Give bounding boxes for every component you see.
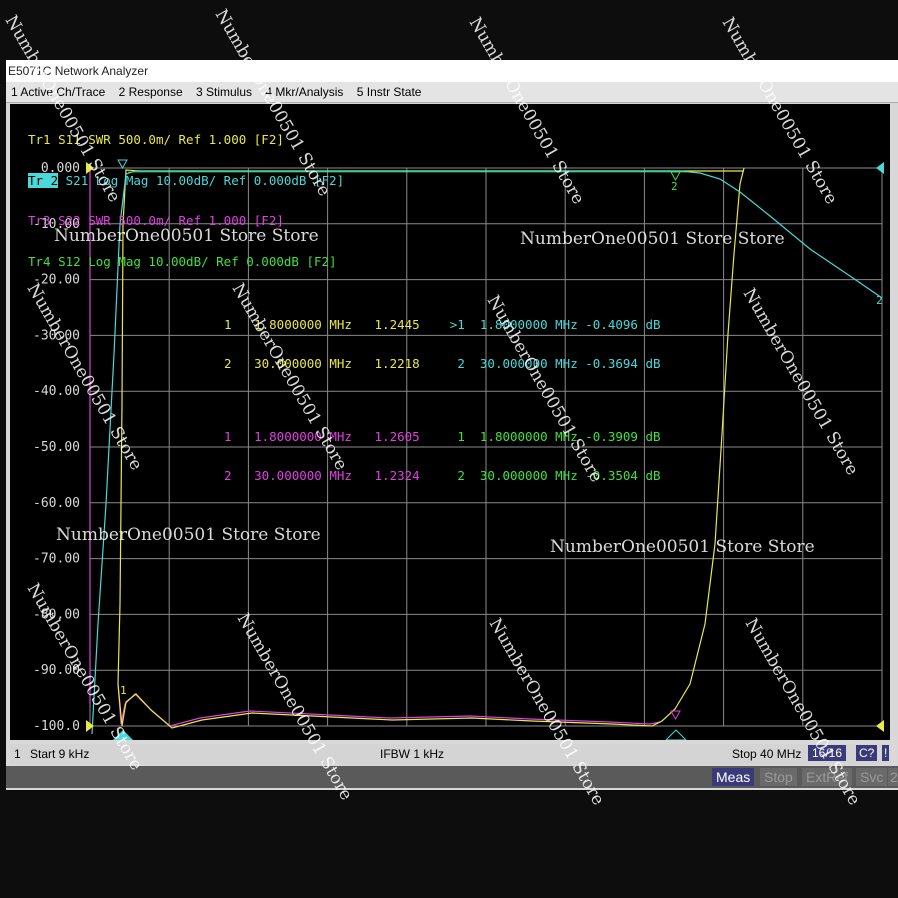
softkey-meas[interactable]: Meas [712,768,755,786]
y-tick-label: -100.0 [33,719,80,734]
stop-frequency[interactable]: Stop 40 MHz [732,747,801,761]
ifbw[interactable]: IFBW 1 kHz [380,747,444,761]
watermark-text: NumberOne00501 Store Store [520,229,785,249]
stop-marker-triangle [665,729,687,740]
ref-pointer-right-top [876,162,884,174]
warning-indicator: ! [882,745,890,761]
softkey-stop[interactable]: Stop [760,768,797,786]
analyzer-window: E5071C Network Analyzer 1 Active Ch/Trac… [6,60,898,790]
y-tick-label: -40.00 [33,384,80,399]
menu-instr-state[interactable]: 5 Instr State [352,82,427,102]
marker-row-tr1-1: 1 1.8000000 MHz 1.2445 >1 1.8000000 MHz … [224,317,661,332]
trace-4-line[interactable]: Tr4 S12 Log Mag 10.00dB/ Ref 0.000dB [F2… [28,254,344,269]
watermark-text: NumberOne00501 Store Store [56,525,321,545]
menu-response[interactable]: 2 Response [114,82,188,102]
watermark-text: NumberOne00501 Store Store [550,537,815,557]
channel-number[interactable]: 1 [14,747,21,761]
cal-status: C? [856,745,878,761]
trace-2-line[interactable]: Tr 2 S21 Log Mag 10.00dB/ Ref 0.000dB [F… [28,172,344,188]
y-tick-label: -60.00 [33,496,80,511]
softkey-more[interactable]: 2 [888,768,898,786]
svg-text:2: 2 [671,180,678,193]
trace-2-active-label: Tr 2 [28,172,59,188]
ref-pointer-right-bottom [876,720,884,732]
menu-stimulus[interactable]: 3 Stimulus [191,82,257,102]
watermark-text: NumberOne00501 Store Store [54,226,319,246]
marker-2-flag: 2 2 [670,171,883,721]
y-tick-label: -70.00 [33,552,80,567]
screen-frame: E5071C Network Analyzer 1 Active Ch/Trac… [0,0,898,898]
svg-text:2: 2 [876,294,883,307]
svg-text:1: 1 [120,684,127,697]
softkey-bar: Meas Stop ExtRef Svc 2 [6,766,898,788]
y-tick-label: -50.00 [33,440,80,455]
start-frequency[interactable]: Start 9 kHz [30,747,89,761]
marker-row-tr3-1: 1 1.8000000 MHz 1.2605 1 1.8000000 MHz -… [224,429,661,444]
softkey-svc[interactable]: Svc [856,768,888,786]
